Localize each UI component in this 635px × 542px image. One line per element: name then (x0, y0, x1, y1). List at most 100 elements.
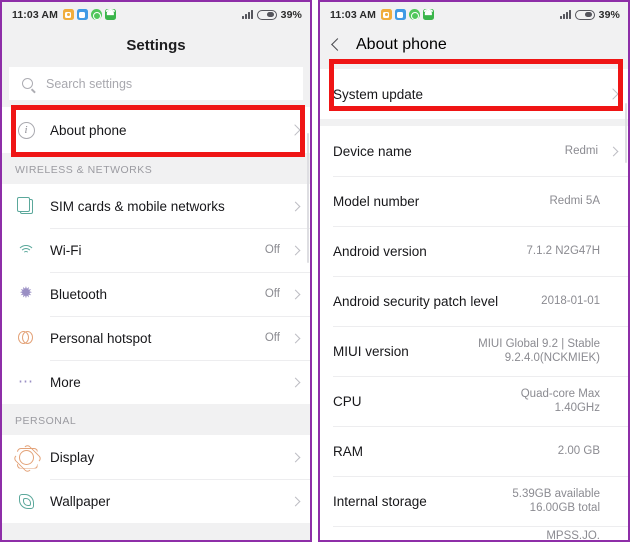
sim-cards-icon (15, 196, 37, 216)
about-row-baseband-version: Baseband version MPSS.JO. 3.0-00369-8937… (320, 526, 628, 542)
about-row-label: CPU (333, 393, 362, 409)
app-orange-icon (62, 9, 74, 20)
settings-row-value: Off (264, 287, 280, 300)
about-row-value: Redmi 5A (549, 194, 601, 207)
settings-row-label: Bluetooth (50, 286, 108, 302)
left-phone-settings-screen: 11:03 AM 39% Settings Search settings (0, 0, 312, 542)
scrollbar-right[interactable] (625, 103, 627, 163)
battery-percent-label: 39% (598, 8, 620, 21)
about-row-android-version: Android version 7.1.2 N2G47H (320, 226, 628, 276)
settings-row-label: About phone (50, 122, 127, 138)
settings-row-label: Display (50, 449, 95, 465)
about-row-device-name[interactable]: Device name Redmi (320, 126, 628, 176)
about-row-system-update[interactable]: System update (320, 69, 628, 119)
back-chevron-icon[interactable] (331, 38, 344, 51)
about-phone-title-bar: About phone (320, 27, 628, 63)
info-icon: i (15, 120, 37, 140)
about-row-miui-version: MIUI version MIUI Global 9.2 | Stable 9.… (320, 326, 628, 376)
dialer-icon (104, 8, 116, 20)
settings-row-more[interactable]: ⋯ More (2, 360, 310, 404)
personal-group: Display Wallpaper (2, 435, 310, 523)
chevron-right-icon (290, 245, 301, 255)
chevron-right-icon (290, 289, 301, 299)
settings-row-label: Wallpaper (50, 493, 111, 509)
chevron-right-icon (290, 496, 301, 506)
wireless-networks-group: SIM cards & mobile networks Wi-Fi Off ✹ … (2, 184, 310, 404)
about-row-value: 7.1.2 N2G47H (526, 244, 600, 257)
about-row-label: Android version (333, 243, 427, 259)
chevron-right-icon (607, 88, 619, 100)
about-row-value: Quad-core Max 1.40GHz (520, 387, 600, 414)
chevron-right-icon (290, 377, 301, 387)
screenshot-stage: 11:03 AM 39% Settings Search settings (0, 0, 635, 542)
about-row-value: Redmi (564, 144, 598, 157)
app-orange-icon (380, 9, 392, 20)
about-row-cpu: CPU Quad-core Max 1.40GHz (320, 376, 628, 426)
wallpaper-icon (15, 491, 37, 511)
whatsapp-icon (408, 9, 420, 20)
settings-row-personal-hotspot[interactable]: Personal hotspot Off (2, 316, 310, 360)
display-icon (15, 447, 37, 467)
right-phone-about-screen: 11:03 AM 39% About phone System update (318, 0, 630, 542)
status-bar-time: 11:03 AM (330, 8, 376, 21)
chevron-right-icon (290, 201, 301, 211)
about-row-model-number: Model number Redmi 5A (320, 176, 628, 226)
settings-row-label: SIM cards & mobile networks (50, 198, 225, 214)
settings-row-label: Personal hotspot (50, 330, 152, 346)
settings-scroll-area[interactable]: Search settings i About phone WIRELESS &… (2, 63, 310, 540)
about-row-label: Device name (333, 143, 412, 159)
status-bar-left: 11:03 AM 39% (2, 2, 310, 27)
settings-row-label: Wi-Fi (50, 242, 82, 258)
section-label-personal: PERSONAL (2, 404, 310, 435)
signal-bars-icon (241, 10, 253, 19)
about-phone-scroll-area[interactable]: System update Device name Redmi Model nu… (320, 63, 628, 542)
device-details-group: Device name Redmi Model number Redmi 5A … (320, 126, 628, 542)
about-row-internal-storage: Internal storage 5.39GB available 16.00G… (320, 476, 628, 526)
status-bar-right: 39% (559, 8, 620, 21)
settings-row-bluetooth[interactable]: ✹ Bluetooth Off (2, 272, 310, 316)
about-phone-group: i About phone (2, 107, 310, 153)
about-row-label: Model number (333, 193, 420, 209)
search-input-placeholder: Search settings (46, 76, 133, 91)
about-row-value: 5.39GB available 16.00GB total (512, 487, 600, 514)
chevron-right-icon (290, 333, 301, 343)
settings-row-wifi[interactable]: Wi-Fi Off (2, 228, 310, 272)
settings-row-wallpaper[interactable]: Wallpaper (2, 479, 310, 523)
status-bar-right-phone: 11:03 AM 39% (320, 2, 628, 27)
battery-icon (256, 9, 277, 20)
settings-row-value: Off (264, 331, 280, 344)
settings-title-bar: Settings (2, 27, 310, 63)
about-row-label: Android security patch level (333, 293, 499, 309)
settings-row-about-phone[interactable]: i About phone (2, 107, 310, 153)
wifi-icon (15, 240, 37, 260)
battery-icon (574, 9, 595, 20)
hotspot-icon (15, 328, 37, 348)
about-row-value: 2.00 GB (557, 444, 600, 457)
more-icon: ⋯ (18, 373, 34, 390)
search-icon (22, 78, 33, 89)
page-title-settings: Settings (126, 36, 186, 54)
status-bar-notification-icons (380, 8, 434, 20)
dialer-icon (422, 8, 434, 20)
about-row-label: RAM (333, 443, 363, 459)
about-row-label: System update (333, 86, 424, 102)
status-bar-notification-icons (62, 8, 116, 20)
page-title-about-phone: About phone (356, 36, 447, 53)
settings-row-label: More (50, 374, 81, 390)
chevron-right-icon (290, 452, 301, 462)
about-row-ram: RAM 2.00 GB (320, 426, 628, 476)
settings-row-value: Off (264, 243, 280, 256)
settings-row-sim-cards[interactable]: SIM cards & mobile networks (2, 184, 310, 228)
section-label-wireless: WIRELESS & NETWORKS (2, 153, 310, 184)
about-row-label: MIUI version (333, 343, 409, 359)
status-bar-time: 11:03 AM (12, 8, 58, 21)
scrollbar-left[interactable] (307, 133, 309, 263)
system-update-group: System update (320, 69, 628, 119)
about-row-value: 2018-01-01 (541, 294, 600, 307)
app-blue-icon (76, 9, 88, 20)
battery-percent-label: 39% (280, 8, 302, 21)
status-bar-right: 39% (241, 8, 302, 21)
settings-row-display[interactable]: Display (2, 435, 310, 479)
about-row-value: MPSS.JO. 3.0-00369-8937_GENN S_PACK-2_V0… (546, 530, 600, 542)
search-settings-field[interactable]: Search settings (9, 67, 303, 100)
